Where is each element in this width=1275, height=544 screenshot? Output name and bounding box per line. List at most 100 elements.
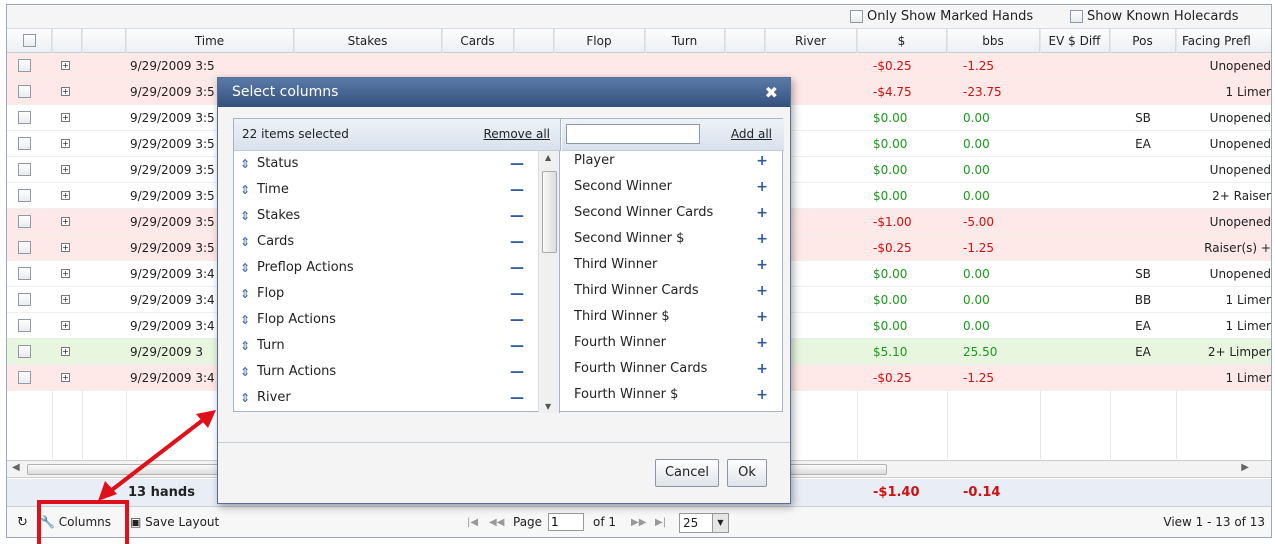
remove-column-icon[interactable]: — <box>510 229 524 255</box>
drag-handle-icon[interactable]: ⇕ <box>240 385 250 411</box>
remove-column-icon[interactable]: — <box>510 333 524 359</box>
available-column-item[interactable]: Third Winner $ + <box>562 304 784 330</box>
row-checkbox[interactable] <box>18 345 31 358</box>
expand-row-icon[interactable]: + <box>61 113 70 122</box>
expand-row-icon[interactable]: + <box>61 87 70 96</box>
available-column-item[interactable]: Third Winner + <box>562 252 784 278</box>
column-header-usd[interactable]: $ <box>857 29 947 53</box>
drag-handle-icon[interactable]: ⇕ <box>240 177 250 203</box>
show-known-holecards-checkbox[interactable] <box>1070 10 1083 23</box>
available-column-item[interactable]: Player + <box>562 148 784 174</box>
first-page-icon[interactable]: |◀ <box>467 517 478 528</box>
row-checkbox[interactable] <box>18 319 31 332</box>
column-header-facing-preflop[interactable]: Facing Prefl <box>1176 29 1271 53</box>
row-checkbox[interactable] <box>18 59 31 72</box>
expand-row-icon[interactable]: + <box>61 321 70 330</box>
close-icon[interactable]: ✖ <box>765 78 778 107</box>
expand-row-icon[interactable]: + <box>61 243 70 252</box>
selected-column-item[interactable]: ⇕ Turn Actions — <box>234 359 538 385</box>
scroll-left-arrow-icon[interactable]: ◀ <box>12 462 20 473</box>
only-marked-hands-option[interactable]: Only Show Marked Hands <box>850 9 1033 24</box>
remove-column-icon[interactable]: — <box>510 177 524 203</box>
row-checkbox[interactable] <box>18 371 31 384</box>
column-header-pos[interactable]: Pos <box>1110 29 1176 53</box>
add-column-icon[interactable]: + <box>756 226 768 252</box>
add-column-icon[interactable]: + <box>756 356 768 382</box>
selected-list-scrollbar[interactable]: ▲ ▼ <box>538 151 560 413</box>
selected-column-item[interactable]: ⇕ Status — <box>234 151 538 177</box>
row-checkbox[interactable] <box>18 215 31 228</box>
selected-list-scroll-thumb[interactable] <box>542 171 557 253</box>
column-header-bbs[interactable]: bbs <box>947 29 1040 53</box>
column-header-turn[interactable]: Turn <box>645 29 725 53</box>
expand-row-icon[interactable]: + <box>61 165 70 174</box>
selected-column-item[interactable]: ⇕ Turn — <box>234 333 538 359</box>
available-column-item[interactable]: Fourth Winner Cards + <box>562 356 784 382</box>
save-layout-button[interactable]: ▣ Save Layout <box>130 515 219 529</box>
available-column-item[interactable]: Third Winner Cards + <box>562 278 784 304</box>
expand-row-icon[interactable]: + <box>61 347 70 356</box>
selected-column-item[interactable]: ⇕ Flop Actions — <box>234 307 538 333</box>
row-checkbox[interactable] <box>18 111 31 124</box>
add-column-icon[interactable]: + <box>756 200 768 226</box>
selected-column-item[interactable]: ⇕ Preflop Actions — <box>234 255 538 281</box>
remove-column-icon[interactable]: — <box>510 307 524 333</box>
selected-column-item[interactable]: ⇕ Time — <box>234 177 538 203</box>
remove-column-icon[interactable]: — <box>510 203 524 229</box>
row-checkbox[interactable] <box>18 293 31 306</box>
add-all-link[interactable]: Add all <box>731 127 772 141</box>
available-column-item[interactable]: Second Winner + <box>562 174 784 200</box>
select-all-checkbox[interactable] <box>22 34 36 47</box>
add-column-icon[interactable]: + <box>756 382 768 408</box>
add-column-icon[interactable]: + <box>756 174 768 200</box>
expand-row-icon[interactable]: + <box>61 295 70 304</box>
selected-column-item[interactable]: ⇕ River — <box>234 385 538 411</box>
show-known-holecards-option[interactable]: Show Known Holecards <box>1070 9 1239 24</box>
expand-row-icon[interactable]: + <box>61 61 70 70</box>
page-number-input[interactable] <box>548 513 584 531</box>
row-checkbox[interactable] <box>18 241 31 254</box>
available-column-item[interactable]: Second Winner Cards + <box>562 200 784 226</box>
drag-handle-icon[interactable]: ⇕ <box>240 229 250 255</box>
drag-handle-icon[interactable]: ⇕ <box>240 333 250 359</box>
row-checkbox[interactable] <box>18 163 31 176</box>
column-header-ev-diff[interactable]: EV $ Diff <box>1040 29 1110 53</box>
cancel-button[interactable]: Cancel <box>655 459 719 487</box>
add-column-icon[interactable]: + <box>756 148 768 174</box>
drag-handle-icon[interactable]: ⇕ <box>240 151 250 177</box>
row-checkbox[interactable] <box>18 189 31 202</box>
drag-handle-icon[interactable]: ⇕ <box>240 255 250 281</box>
drag-handle-icon[interactable]: ⇕ <box>240 281 250 307</box>
remove-column-icon[interactable]: — <box>510 151 524 177</box>
available-column-item[interactable]: Second Winner $ + <box>562 226 784 252</box>
refresh-icon[interactable]: ↻ <box>17 515 28 530</box>
add-column-icon[interactable]: + <box>756 304 768 330</box>
drag-handle-icon[interactable]: ⇕ <box>240 359 250 385</box>
table-row[interactable]: +9/29/2009 3:5 -$0.25 -1.25 Unopened <box>7 53 1271 79</box>
column-header-flop[interactable]: Flop <box>554 29 645 53</box>
row-checkbox[interactable] <box>18 137 31 150</box>
add-column-icon[interactable]: + <box>756 330 768 356</box>
last-page-icon[interactable]: ▶| <box>655 517 666 528</box>
add-column-icon[interactable]: + <box>756 278 768 304</box>
expand-row-icon[interactable]: + <box>61 217 70 226</box>
scroll-down-arrow-icon[interactable]: ▼ <box>545 402 551 411</box>
ok-button[interactable]: Ok <box>727 459 767 487</box>
row-checkbox[interactable] <box>18 85 31 98</box>
available-column-item[interactable]: Fourth Winner + <box>562 330 784 356</box>
column-search-input[interactable] <box>566 124 700 144</box>
page-size-select[interactable]: 25 ▼ <box>679 513 729 533</box>
row-checkbox[interactable] <box>18 267 31 280</box>
expand-row-icon[interactable]: + <box>61 191 70 200</box>
column-header-stakes[interactable]: Stakes <box>294 29 442 53</box>
drag-handle-icon[interactable]: ⇕ <box>240 307 250 333</box>
available-column-item[interactable]: Fourth Winner $ + <box>562 382 784 408</box>
scroll-up-arrow-icon[interactable]: ▲ <box>545 153 551 162</box>
scroll-right-arrow-icon[interactable]: ▶ <box>1241 462 1249 473</box>
only-marked-hands-checkbox[interactable] <box>850 10 863 23</box>
chevron-down-icon[interactable]: ▼ <box>712 514 728 532</box>
remove-column-icon[interactable]: — <box>510 359 524 385</box>
remove-column-icon[interactable]: — <box>510 255 524 281</box>
next-page-icon[interactable]: ▶▶ <box>631 517 646 528</box>
remove-column-icon[interactable]: — <box>510 385 524 411</box>
